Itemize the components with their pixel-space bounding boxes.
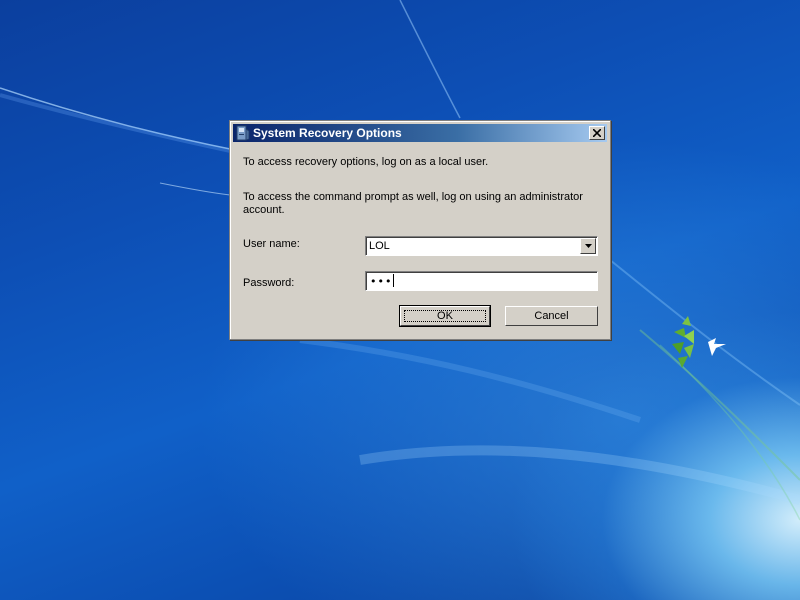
dialog-title: System Recovery Options bbox=[253, 126, 402, 140]
system-recovery-icon bbox=[236, 125, 250, 141]
close-icon bbox=[593, 129, 601, 137]
system-recovery-dialog: System Recovery Options To access recove… bbox=[229, 120, 611, 340]
username-value: LOL bbox=[369, 240, 390, 252]
password-field[interactable]: ••• bbox=[365, 271, 598, 291]
ok-button[interactable]: OK bbox=[399, 305, 491, 327]
windows-bird-logo bbox=[672, 316, 726, 368]
username-label: User name: bbox=[243, 238, 300, 250]
cancel-label: Cancel bbox=[534, 310, 569, 322]
cancel-button[interactable]: Cancel bbox=[505, 306, 598, 326]
username-dropdown[interactable]: LOL bbox=[365, 236, 598, 256]
password-masked-value: ••• bbox=[370, 274, 395, 288]
info-text-local-user: To access recovery options, log on as a … bbox=[243, 156, 489, 168]
text-caret bbox=[393, 274, 395, 287]
close-button[interactable] bbox=[589, 126, 605, 140]
info-text-administrator: To access the command prompt as well, lo… bbox=[243, 191, 583, 216]
chevron-down-icon bbox=[584, 244, 592, 248]
dialog-titlebar[interactable]: System Recovery Options bbox=[233, 124, 607, 142]
password-dots: ••• bbox=[370, 275, 393, 288]
dropdown-arrow-button[interactable] bbox=[580, 238, 596, 254]
password-label: Password: bbox=[243, 277, 295, 289]
focus-rectangle bbox=[404, 310, 486, 322]
